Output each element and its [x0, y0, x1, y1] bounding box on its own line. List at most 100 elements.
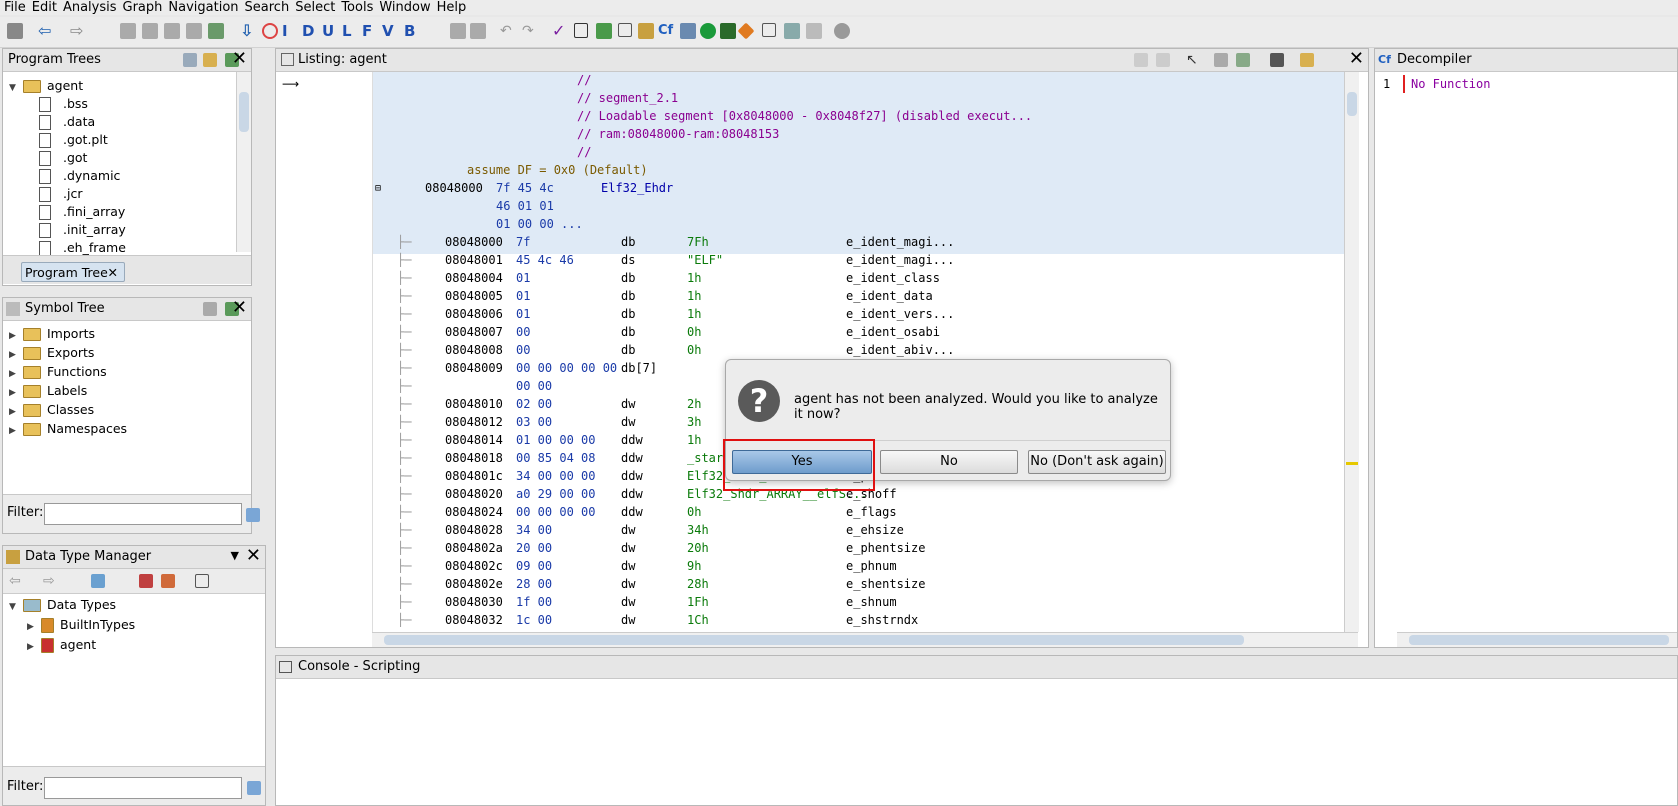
listing-hscroll[interactable]	[372, 632, 1358, 647]
nav-icon-3[interactable]	[164, 23, 180, 39]
datatype-root[interactable]: ▼ Data Types	[9, 596, 116, 614]
listing-address[interactable]: 08048024	[445, 504, 503, 521]
paste-icon[interactable]	[1156, 53, 1170, 67]
listing-address[interactable]: 08048018	[445, 450, 503, 467]
terminal-icon[interactable]	[720, 23, 736, 39]
datatype-filter-icon[interactable]	[247, 781, 261, 795]
menu-help[interactable]: Help	[434, 0, 470, 15]
graph-icon[interactable]	[680, 23, 696, 39]
listing-address[interactable]: 08048008	[445, 342, 503, 359]
stop-icon[interactable]	[262, 23, 278, 39]
chevron-down-icon[interactable]: ▼	[9, 79, 23, 97]
listing-mnemonic[interactable]: dw	[621, 594, 635, 611]
chevron-right-icon[interactable]: ▶	[9, 365, 23, 383]
no-dont-ask-button[interactable]: No (Don't ask again)	[1028, 450, 1166, 474]
close-icon[interactable]: ✕	[232, 299, 247, 317]
menu-graph[interactable]: Graph	[120, 0, 166, 15]
listing-operand[interactable]: 0h	[687, 324, 701, 341]
b-icon[interactable]: B	[404, 23, 420, 39]
listing-operand[interactable]: 0h	[687, 504, 701, 521]
cursor-icon[interactable]: ↖	[1186, 53, 1200, 67]
d-icon[interactable]: D	[302, 23, 318, 39]
listing-operand[interactable]: 1h	[687, 288, 701, 305]
forward-icon[interactable]: ⇨	[70, 23, 86, 39]
listing-address[interactable]: 08048012	[445, 414, 503, 431]
chevron-right-icon[interactable]: ▶	[9, 327, 23, 345]
symbol-tree-item[interactable]: ▶ Namespaces	[9, 420, 127, 438]
listing-mnemonic[interactable]: db	[621, 306, 635, 323]
listing-mnemonic[interactable]: db[7]	[621, 360, 657, 377]
listing-address[interactable]: 08048001	[445, 252, 503, 269]
tree-item[interactable]: .jcr	[39, 185, 82, 203]
listing-address[interactable]: 08048030	[445, 594, 503, 611]
filter-pointers-icon[interactable]	[161, 574, 175, 588]
symbol-tree-item[interactable]: ▶ Exports	[9, 344, 94, 362]
menu-analysis[interactable]: Analysis	[60, 0, 120, 15]
listing-operand[interactable]: 20h	[687, 540, 709, 557]
listing-mnemonic[interactable]: db	[621, 288, 635, 305]
close-icon[interactable]: ✕	[1349, 50, 1364, 68]
header-type[interactable]: Elf32_Ehdr	[601, 180, 673, 197]
save-icon[interactable]	[7, 23, 23, 39]
symbol-tree-item[interactable]: ▶ Classes	[9, 401, 94, 419]
listing-operand[interactable]: 1h	[687, 306, 701, 323]
no-button[interactable]: No	[880, 450, 1018, 474]
listing-operand[interactable]: 1Ch	[687, 612, 709, 629]
chevron-right-icon[interactable]: ▶	[9, 422, 23, 440]
nav-icon-2[interactable]	[142, 23, 158, 39]
menu-edit[interactable]: Edit	[29, 0, 60, 15]
back-icon[interactable]: ⇦	[38, 23, 54, 39]
decompile-icon[interactable]: Cf	[658, 23, 674, 39]
diamond-icon[interactable]	[737, 22, 755, 40]
refresh-icon[interactable]	[596, 23, 612, 39]
tree-item[interactable]: .data	[39, 113, 95, 131]
nav-icon-4[interactable]	[186, 23, 202, 39]
bytes-icon[interactable]	[574, 23, 588, 38]
nav-icon-5[interactable]	[208, 23, 224, 39]
datatype-item[interactable]: ▶ agent	[27, 636, 96, 654]
listing-mnemonic[interactable]: dw	[621, 396, 635, 413]
menu-dropdown-icon[interactable]: ▼	[231, 549, 239, 562]
listing-mnemonic[interactable]: dw	[621, 576, 635, 593]
listing-address[interactable]: 08048006	[445, 306, 503, 323]
listing-mnemonic[interactable]: dw	[621, 612, 635, 629]
listing-mnemonic[interactable]: ddw	[621, 486, 643, 503]
close-tab-icon[interactable]: ✕	[108, 263, 118, 283]
listing-operand[interactable]: "ELF"	[687, 252, 723, 269]
symbol-tree-item[interactable]: ▶ Labels	[9, 382, 87, 400]
chevron-right-icon[interactable]: ▶	[9, 403, 23, 421]
close-icon[interactable]: ✕	[246, 547, 261, 565]
datatype-icon[interactable]	[638, 23, 654, 39]
listing-mnemonic[interactable]: ds	[621, 252, 635, 269]
header-addr[interactable]: 08048000	[425, 180, 483, 197]
chevron-right-icon[interactable]: ▶	[27, 618, 41, 636]
program-trees-scrollbar[interactable]	[236, 72, 251, 252]
listing-address[interactable]: 0804802a	[445, 540, 503, 557]
tab-program-tree[interactable]: Program Tree ✕	[21, 262, 125, 282]
listing-address[interactable]: 08048007	[445, 324, 503, 341]
listing-operand[interactable]: 0h	[687, 342, 701, 359]
listing-mnemonic[interactable]: ddw	[621, 468, 643, 485]
symbol-tree-item[interactable]: ▶ Functions	[9, 363, 107, 381]
create-symbol-icon[interactable]	[203, 302, 217, 316]
menu-tools[interactable]: Tools	[338, 0, 376, 15]
chevron-down-icon[interactable]: ▼	[9, 598, 23, 616]
listing-address[interactable]: 0804801c	[445, 468, 503, 485]
close-icon[interactable]: ✕	[232, 50, 247, 68]
new-tree-icon[interactable]	[183, 53, 197, 67]
listing-mnemonic[interactable]: dw	[621, 414, 635, 431]
back-icon[interactable]: ⇦	[9, 574, 23, 588]
i-icon[interactable]: I	[282, 23, 298, 39]
listing-operand[interactable]: 3h	[687, 414, 701, 431]
listing-mnemonic[interactable]: dw	[621, 558, 635, 575]
clear-icon-1[interactable]	[450, 23, 466, 39]
plugin-icon[interactable]	[834, 23, 850, 39]
down-arrow-icon[interactable]: ⇩	[240, 23, 256, 39]
expand-icon[interactable]	[91, 574, 105, 588]
datatype-item[interactable]: ▶ BuiltInTypes	[27, 616, 135, 634]
tree-item[interactable]: .dynamic	[39, 167, 120, 185]
listing-address[interactable]: 08048020	[445, 486, 503, 503]
menu-navigation[interactable]: Navigation	[165, 0, 241, 15]
l-icon[interactable]: L	[342, 23, 358, 39]
listing-address[interactable]: 08048009	[445, 360, 503, 377]
